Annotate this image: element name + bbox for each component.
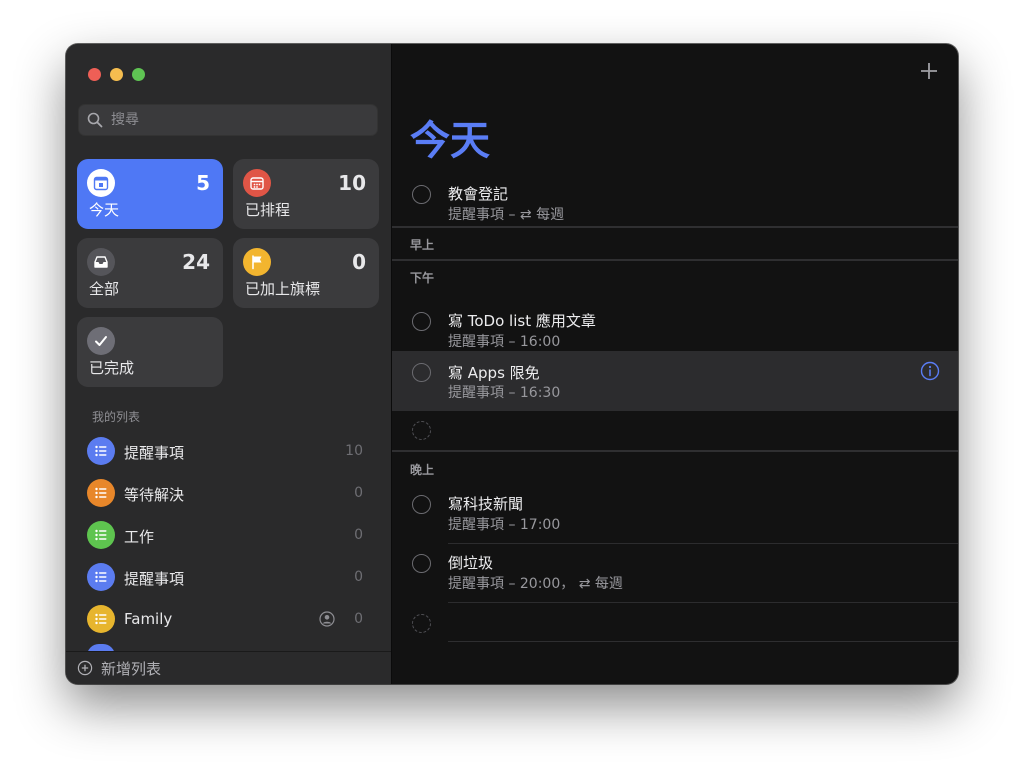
list-name: 工作: [124, 528, 155, 546]
list-bullets-icon: [87, 605, 115, 633]
list-bullets-icon: [87, 563, 115, 591]
reminder-row-selected[interactable]: 寫 Apps 限免 提醒事項 – 16:30: [392, 351, 958, 411]
flagged-label: 已加上旗標: [245, 280, 321, 298]
section-divider: [392, 226, 958, 228]
new-reminder-placeholder[interactable]: [412, 614, 431, 633]
list-count: 0: [354, 611, 363, 627]
row-separator: [448, 602, 958, 603]
smart-list-completed[interactable]: 已完成: [77, 317, 223, 387]
scheduled-count: 10: [338, 171, 366, 195]
reminder-row[interactable]: 寫科技新聞 提醒事項 – 17:00: [392, 484, 958, 544]
all-count: 24: [182, 250, 210, 274]
add-list-label: 新增列表: [101, 659, 162, 678]
reminder-title: 寫科技新聞: [448, 495, 524, 513]
list-count: 0: [354, 485, 363, 501]
section-divider: [392, 450, 958, 452]
reminder-title: 寫 Apps 限免: [448, 364, 540, 382]
reminder-subtitle: 提醒事項 – 17:00: [448, 517, 561, 533]
reminder-subtitle: 提醒事項 – ⇄ 每週: [448, 207, 565, 223]
all-label: 全部: [89, 280, 120, 298]
reminder-title: 教會登記: [448, 185, 509, 203]
list-count: 0: [354, 527, 363, 543]
sidebar: 5 今天 10 已排程 24: [66, 44, 392, 684]
today-count: 5: [196, 171, 210, 195]
checkmark-icon: [87, 327, 115, 355]
add-list-button[interactable]: 新增列表: [66, 651, 391, 684]
smart-list-today[interactable]: 5 今天: [77, 159, 223, 229]
list-item[interactable]: 提醒事項 0: [66, 557, 391, 599]
add-circle-icon: [77, 660, 93, 676]
minimize-window-button[interactable]: [110, 68, 123, 81]
inbox-icon: [87, 248, 115, 276]
group-label-morning: 早上: [410, 238, 435, 252]
window-controls: [88, 68, 145, 81]
calendar-icon: [243, 169, 271, 197]
add-reminder-button[interactable]: [918, 60, 940, 82]
today-label: 今天: [89, 201, 120, 219]
flag-icon: [243, 248, 271, 276]
list-name: 提醒事項: [124, 444, 185, 462]
list-name: Family: [124, 610, 173, 628]
smart-list-scheduled[interactable]: 10 已排程: [233, 159, 379, 229]
flagged-count: 0: [352, 250, 366, 274]
shared-person-icon: [319, 611, 335, 627]
scheduled-label: 已排程: [245, 201, 291, 219]
list-bullets-icon: [87, 437, 115, 465]
list-bullets-icon: [87, 521, 115, 549]
reminder-subtitle: 提醒事項 – 16:00: [448, 334, 561, 350]
list-name: 等待解決: [124, 486, 185, 504]
list-count: 10: [345, 443, 363, 459]
list-item[interactable]: 提醒事項 10: [66, 431, 391, 473]
search-input[interactable]: [109, 111, 373, 129]
list-item[interactable]: 工作 0: [66, 515, 391, 557]
list-item[interactable]: Family 0: [66, 599, 391, 641]
reminder-subtitle: 提醒事項 – 20:00， ⇄ 每週: [448, 576, 623, 592]
reminder-subtitle: 提醒事項 – 16:30: [448, 385, 561, 401]
list-item[interactable]: 等待解決 0: [66, 473, 391, 515]
reminder-title: 寫 ToDo list 應用文章: [448, 312, 596, 330]
complete-checkbox[interactable]: [412, 363, 431, 382]
row-separator: [448, 641, 958, 642]
calendar-today-icon: [87, 169, 115, 197]
reminder-row[interactable]: 教會登記 提醒事項 – ⇄ 每週: [392, 174, 958, 234]
list-bullets-icon: [87, 479, 115, 507]
list-count: 0: [354, 569, 363, 585]
page-title: 今天: [410, 118, 490, 164]
main-pane: 今天 教會登記 提醒事項 – ⇄ 每週 早上 下午 寫 ToDo list 應用…: [392, 44, 958, 684]
smart-list-all[interactable]: 24 全部: [77, 238, 223, 308]
complete-checkbox[interactable]: [412, 495, 431, 514]
my-lists-title: 我的列表: [92, 410, 141, 424]
my-lists: 提醒事項 10 等待解決 0 工作 0 提醒事項 0 Family 0: [66, 431, 391, 641]
group-label-evening: 晚上: [410, 463, 435, 477]
complete-checkbox[interactable]: [412, 554, 431, 573]
search-icon: [87, 112, 103, 128]
complete-checkbox[interactable]: [412, 312, 431, 331]
reminder-title: 倒垃圾: [448, 554, 494, 572]
section-divider: [392, 259, 958, 261]
completed-label: 已完成: [89, 359, 135, 377]
reminders-window: 5 今天 10 已排程 24: [66, 44, 958, 684]
zoom-window-button[interactable]: [132, 68, 145, 81]
smart-list-flagged[interactable]: 0 已加上旗標: [233, 238, 379, 308]
close-window-button[interactable]: [88, 68, 101, 81]
reminder-row[interactable]: 倒垃圾 提醒事項 – 20:00， ⇄ 每週: [392, 543, 958, 603]
new-reminder-placeholder[interactable]: [412, 421, 431, 440]
search-field[interactable]: [78, 104, 378, 136]
info-icon[interactable]: [920, 361, 940, 381]
group-label-afternoon: 下午: [410, 271, 435, 285]
complete-checkbox[interactable]: [412, 185, 431, 204]
list-name: 提醒事項: [124, 570, 185, 588]
